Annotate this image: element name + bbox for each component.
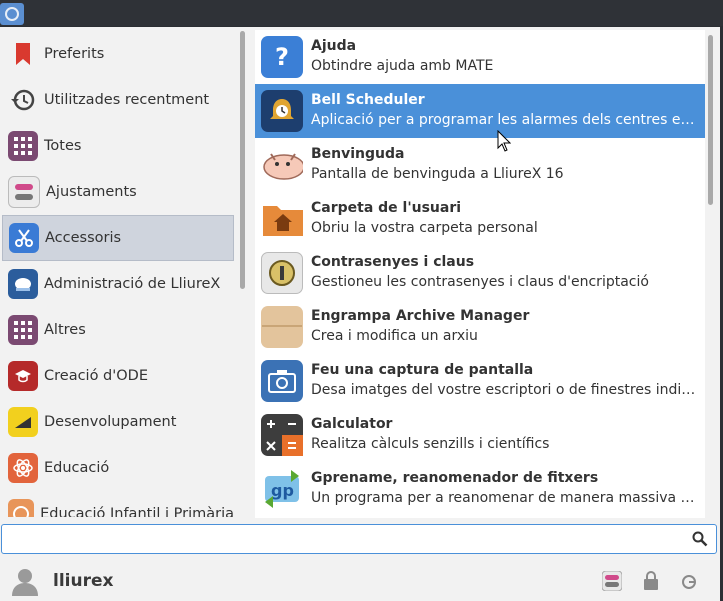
category-label: Ajustaments (46, 184, 137, 200)
app-gprename[interactable]: gp Gprename, reanomenador de fitxers Un … (255, 462, 705, 516)
app-title: Benvinguda (311, 146, 405, 162)
search-input[interactable] (8, 530, 682, 550)
settings-toggle-button[interactable] (601, 570, 623, 592)
app-description: Aplicació per a programar les alarmes de… (311, 112, 699, 128)
logout-button[interactable] (678, 570, 700, 592)
app-ajuda[interactable]: ? Ajuda Obtindre ajuda amb MATE (255, 30, 705, 84)
app-engrampa[interactable]: Engrampa Archive Manager Crea i modifica… (255, 300, 705, 354)
app-title: Gprename, reanomenador de fitxers (311, 470, 599, 486)
app-title: Feu una captura de pantalla (311, 362, 534, 378)
app-title: Carpeta de l'usuari (311, 200, 462, 216)
app-description: Pantalla de benvinguda a LliureX 16 (311, 166, 564, 182)
category-educacio[interactable]: Educació (2, 445, 234, 491)
category-accessoris[interactable]: Accessoris (2, 215, 234, 261)
bookmark-icon (8, 39, 38, 69)
app-captura-pantalla[interactable]: Feu una captura de pantalla Desa imatges… (255, 354, 705, 408)
app-benvinguda[interactable]: Benvinguda Pantalla de benvinguda a Lliu… (255, 138, 705, 192)
category-totes[interactable]: Totes (2, 123, 234, 169)
scissors-icon (9, 223, 39, 253)
application-menu: Preferits Utilitzades recentment Totes A… (0, 27, 720, 601)
mouse-cursor-icon (497, 130, 511, 152)
category-recent[interactable]: Utilitzades recentment (2, 77, 234, 123)
category-altres[interactable]: Altres (2, 307, 234, 353)
category-label: Utilitzades recentment (44, 92, 210, 108)
bottom-bar: lliurex (0, 557, 720, 601)
category-educacio-infantil[interactable]: Educació Infantil i Primària (2, 491, 234, 517)
app-description: Obriu la vostra carpeta personal (311, 220, 538, 236)
search-box[interactable] (1, 524, 717, 554)
app-carpeta-usuari[interactable]: Carpeta de l'usuari Obriu la vostra carp… (255, 192, 705, 246)
history-icon (8, 85, 38, 115)
archive-icon (261, 306, 303, 348)
category-ajustaments[interactable]: Ajustaments (2, 169, 234, 215)
app-contrasenyes[interactable]: Contrasenyes i claus Gestioneu les contr… (255, 246, 705, 300)
category-label: Altres (44, 322, 86, 338)
top-panel (0, 0, 723, 26)
svg-text:gp: gp (271, 481, 294, 500)
app-title: Engrampa Archive Manager (311, 308, 530, 324)
category-label: Accessoris (45, 230, 122, 246)
app-description: Un programa per a reanomenar de manera m… (311, 490, 699, 506)
user-name: lliurex (53, 571, 114, 591)
lock-button[interactable] (640, 570, 662, 592)
category-label: Educació Infantil i Primària (40, 506, 234, 517)
category-label: Totes (44, 138, 82, 154)
category-label: Creació d'ODE (44, 368, 148, 384)
calculator-icon (261, 414, 303, 456)
camera-icon (261, 360, 303, 402)
development-icon (8, 407, 38, 437)
app-galculator[interactable]: Galculator Realitza càlculs senzills i c… (255, 408, 705, 462)
keyring-icon (261, 252, 303, 294)
app-title: Galculator (311, 416, 393, 432)
lliurex-admin-icon (8, 269, 38, 299)
avatar[interactable] (10, 566, 40, 596)
app-description: Realitza càlculs senzills i científics (311, 436, 550, 452)
app-bell-scheduler[interactable]: Bell Scheduler Aplicació per a programar… (255, 84, 705, 138)
main-menu-button[interactable] (0, 3, 24, 25)
atom-icon (8, 453, 38, 483)
app-description: Crea i modifica un arxiu (311, 328, 478, 344)
grid-icon (8, 131, 38, 161)
gprename-icon: gp (261, 468, 303, 510)
home-folder-icon (261, 198, 303, 240)
toggle-settings-icon (8, 176, 40, 208)
app-title: Contrasenyes i claus (311, 254, 475, 270)
logout-icon (682, 575, 696, 589)
app-description: Obtindre ajuda amb MATE (311, 58, 494, 74)
ode-icon (8, 361, 38, 391)
category-list: Preferits Utilitzades recentment Totes A… (0, 27, 236, 517)
app-description: Gestioneu les contrasenyes i claus d'enc… (311, 274, 649, 290)
category-label: Educació (44, 460, 110, 476)
category-admin-lliurex[interactable]: Administració de LliureX (2, 261, 234, 307)
grid-icon (8, 315, 38, 345)
education-primary-icon (8, 499, 35, 517)
menu-icon (5, 7, 19, 21)
category-desenvolupament[interactable]: Desenvolupament (2, 399, 234, 445)
app-description: Desa imatges del vostre escriptori o de … (311, 382, 699, 398)
bell-icon (261, 90, 303, 132)
app-scrollbar[interactable] (708, 35, 713, 205)
help-icon: ? (261, 36, 303, 78)
category-scrollbar[interactable] (240, 31, 245, 289)
category-label: Administració de LliureX (44, 276, 221, 292)
search-icon[interactable] (692, 531, 708, 547)
application-list: ? Ajuda Obtindre ajuda amb MATE Bell Sch… (255, 30, 705, 518)
lock-icon (644, 571, 658, 590)
settings-toggle-icon (602, 571, 622, 591)
category-creacio-ode[interactable]: Creació d'ODE (2, 353, 234, 399)
category-label: Desenvolupament (44, 414, 177, 430)
category-preferits[interactable]: Preferits (2, 31, 234, 77)
app-title: Ajuda (311, 38, 357, 54)
category-label: Preferits (44, 46, 105, 62)
app-title: Bell Scheduler (311, 92, 425, 108)
welcome-mascot-icon (261, 144, 303, 186)
